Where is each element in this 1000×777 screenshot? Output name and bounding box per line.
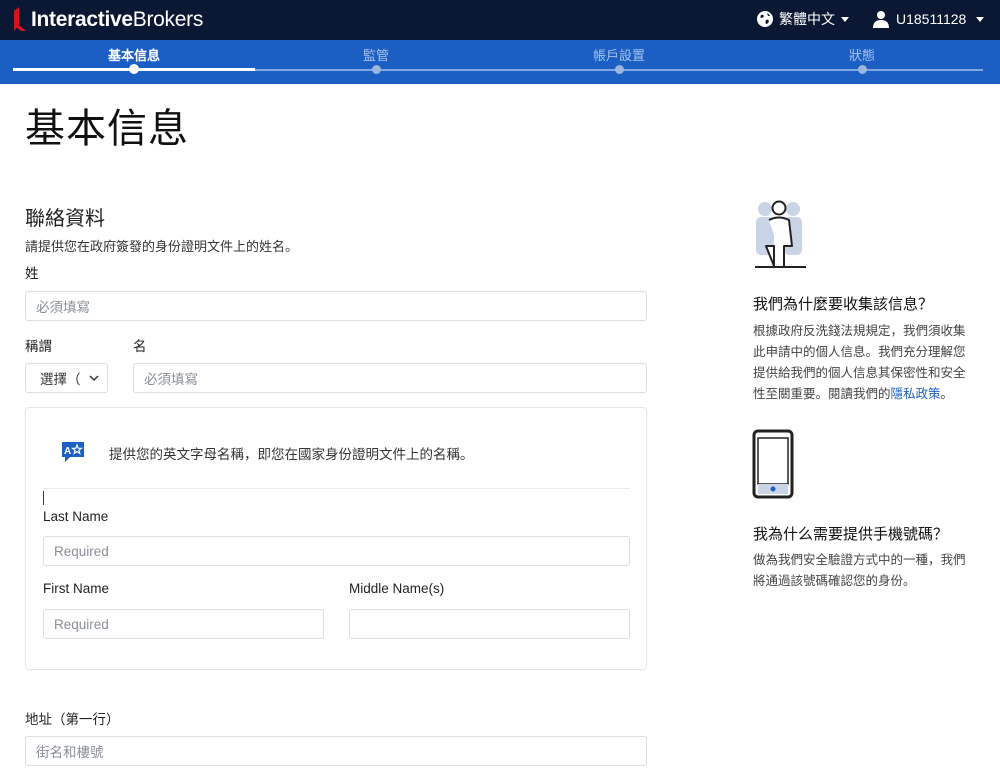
first-name-placeholder: Required [54, 616, 109, 632]
progress-stepper: 基本信息 監管 帳戶設置 狀態 [0, 40, 1000, 84]
why-phone-text: 做為我們安全驗證方式中的一種，我們將通過該號碼確認您的身份。 [753, 553, 966, 588]
account-id: U18511128 [896, 11, 967, 27]
brand-logo-icon [14, 7, 26, 31]
people-illustration [755, 200, 806, 268]
address-line1-label: 地址（第一行） [25, 712, 120, 727]
step-dot-regulatory [372, 65, 381, 74]
step-regulatory[interactable]: 監管 [316, 40, 436, 64]
surname-input[interactable]: 必須填寫 [25, 291, 647, 321]
step-status[interactable]: 狀態 [802, 40, 922, 64]
address-line1-input[interactable]: 街名和樓號 [25, 736, 647, 766]
latin-name-note: 提供您的英文字母名稱，即您在國家身份證明文件上的名稱。 [109, 447, 474, 462]
language-selector[interactable]: 繁體中文 [756, 8, 849, 30]
chevron-down-icon [89, 375, 99, 382]
given-name-placeholder: 必須填寫 [144, 372, 198, 387]
middle-name-label: Middle Name(s) [349, 581, 445, 596]
salutation-select[interactable]: 選擇（ [25, 363, 108, 393]
surname-label: 姓 [25, 266, 39, 281]
why-collect-title: 我們為什麼要收集該信息？ [753, 296, 934, 313]
middle-name-input[interactable] [349, 609, 630, 639]
why-phone-title: 我為什么需要提供手機號碼？ [753, 526, 949, 543]
first-name-input[interactable]: Required [43, 609, 324, 639]
globe-icon [757, 11, 773, 27]
first-name-label: First Name [43, 581, 110, 596]
given-name-label: 名 [133, 339, 147, 354]
salutation-value: 選擇（ [40, 372, 81, 387]
salutation-label: 稱謂 [25, 339, 52, 354]
address-line1-placeholder: 街名和樓號 [36, 745, 104, 760]
brand-name: InteractiveBrokers [31, 8, 204, 31]
step-account-setup[interactable]: 帳戶設置 [559, 40, 679, 64]
step-dot-account-setup [615, 65, 624, 74]
chevron-down-icon [976, 16, 985, 22]
why-collect-text: 根據政府反洗錢法規規定，我們須收集此申請中的個人信息。我們充分理解您提供給我們的… [753, 324, 966, 401]
step-basic-info[interactable]: 基本信息 [74, 40, 194, 64]
section-title-contact: 聯絡資料 [25, 208, 105, 230]
user-icon [873, 11, 889, 28]
account-menu[interactable]: U18511128 [872, 8, 985, 30]
section-description: 請提供您在政府簽發的身份證明文件上的姓名。 [25, 239, 299, 254]
language-label: 繁體中文 [779, 11, 835, 27]
mobile-phone-illustration [752, 429, 794, 499]
last-name-input[interactable]: Required [43, 536, 630, 566]
svg-text:A: A [64, 446, 71, 457]
chevron-down-icon [841, 16, 849, 22]
surname-placeholder: 必須填寫 [36, 300, 90, 315]
last-name-placeholder: Required [54, 543, 109, 559]
given-name-input[interactable]: 必須填寫 [133, 363, 647, 393]
step-dot-basic-info [129, 64, 139, 74]
top-bar: InteractiveBrokers 繁體中文 U18511128 [0, 0, 1000, 40]
privacy-policy-link[interactable]: 隱私政策 [891, 387, 941, 401]
last-name-label: Last Name [43, 509, 109, 524]
translate-icon: A [62, 442, 84, 462]
text-cursor [43, 491, 44, 505]
brand-logo[interactable]: InteractiveBrokers [12, 6, 203, 34]
panel-divider [43, 488, 630, 489]
page-title: 基本信息 [25, 107, 189, 151]
step-dot-status [858, 65, 867, 74]
latin-name-panel: A 提供您的英文字母名稱，即您在國家身份證明文件上的名稱。 Last Name … [25, 407, 647, 670]
